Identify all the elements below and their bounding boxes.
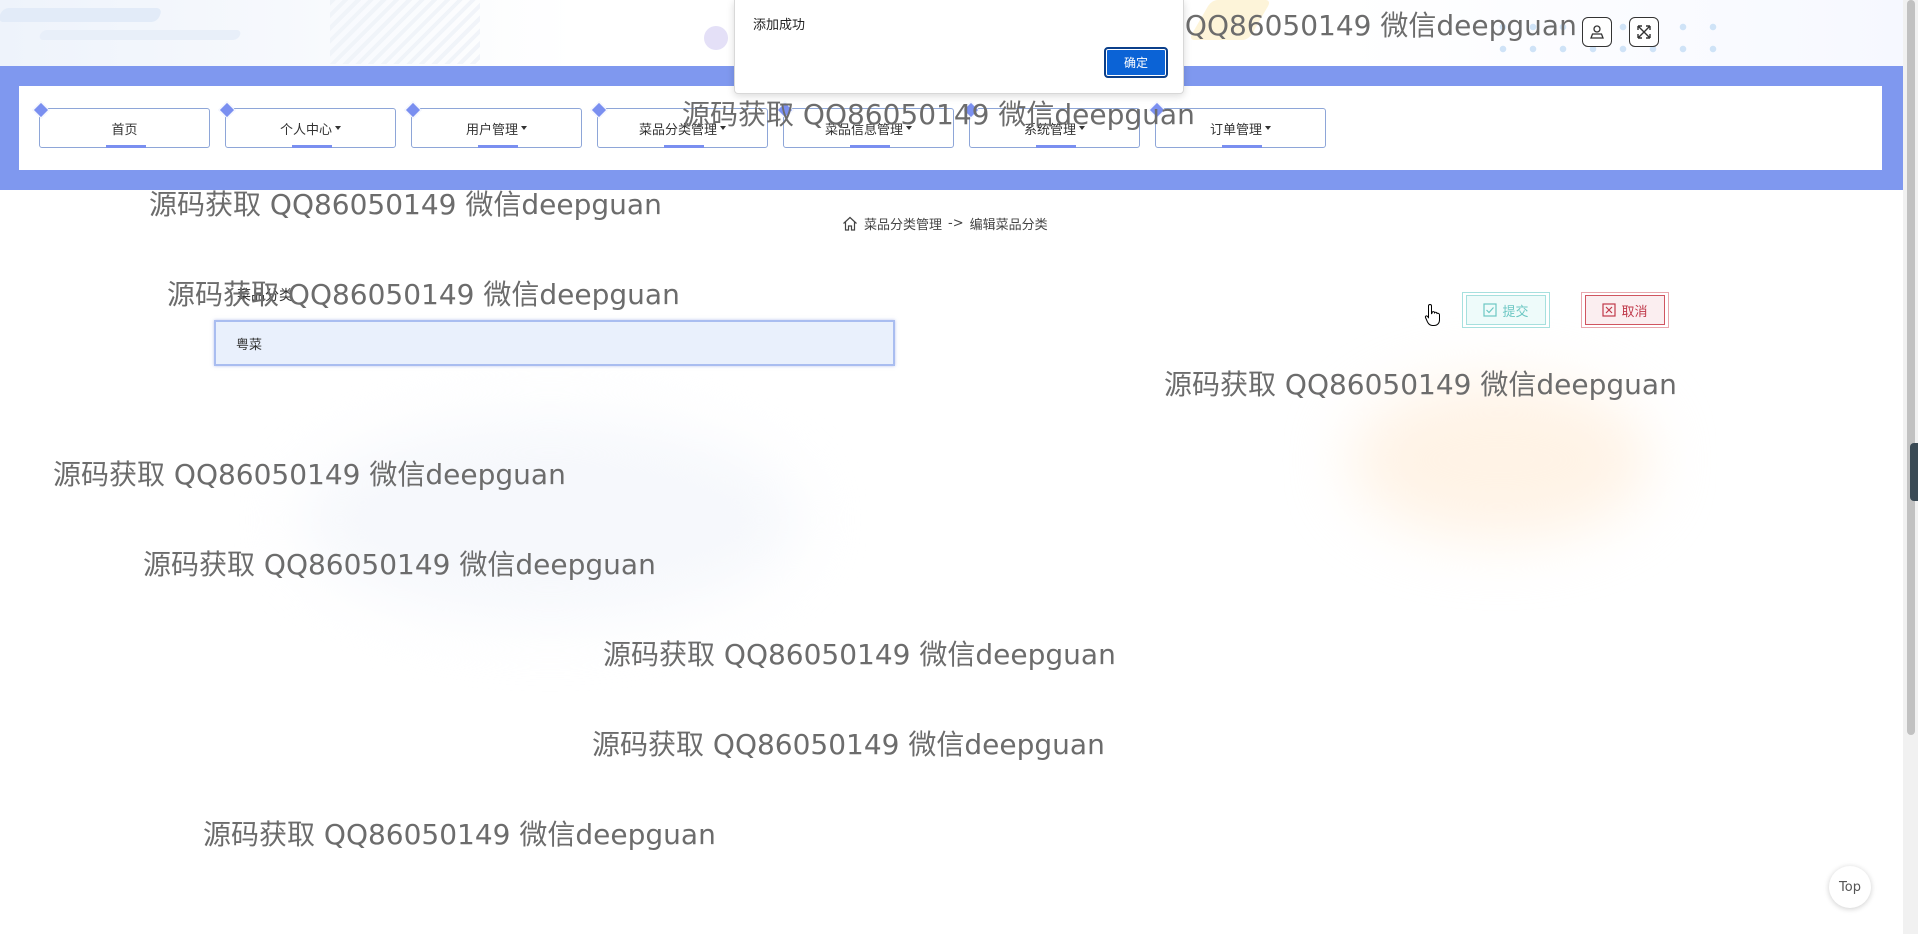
submit-label: 提交 <box>1502 304 1529 320</box>
breadcrumb-parent[interactable]: 菜品分类管理 <box>864 214 942 233</box>
home-icon[interactable] <box>842 216 858 231</box>
background-hatch <box>330 0 480 64</box>
watermark-text: 源码获取 QQ86050149 微信deepguan <box>603 638 1116 671</box>
side-panel-handle[interactable] <box>1910 443 1918 501</box>
dialog-ok-button[interactable]: 确定 <box>1104 47 1168 78</box>
nav-item-label: 用户管理 <box>465 122 518 138</box>
nav-diamond-icon <box>218 101 236 119</box>
dialog-message: 添加成功 <box>753 18 806 33</box>
nav-diamond-icon <box>404 101 422 119</box>
category-input[interactable] <box>214 320 895 366</box>
fullscreen-icon <box>1637 25 1651 39</box>
user-button[interactable] <box>1582 17 1612 47</box>
watermark-text: 源码获取 QQ86050149 微信deepguan <box>682 98 1195 131</box>
watermark-text: 源码获取 QQ86050149 微信deepguan <box>149 188 662 221</box>
background-stripe <box>0 8 163 22</box>
watermark-text: 源码获取 QQ86050149 微信deepguan <box>1164 368 1677 401</box>
nav-item-label: 首页 <box>111 122 138 138</box>
watermark-text: 源码获取 QQ86050149 微信deepguan <box>143 548 656 581</box>
caret-down-icon <box>521 126 527 130</box>
watermark-text: 源码获取 QQ86050149 微信deepguan <box>53 458 566 491</box>
user-icon <box>1590 25 1604 39</box>
cancel-label: 取消 <box>1621 304 1648 320</box>
nav-item-label: 个人中心 <box>279 122 332 138</box>
caret-down-icon <box>335 126 341 130</box>
watermark-text: 源码获取 QQ86050149 微信deepguan <box>592 728 1105 761</box>
background-circle <box>704 26 728 50</box>
nav-diamond-icon <box>32 101 50 119</box>
background-stripe <box>38 30 242 40</box>
breadcrumb-separator: -> <box>948 216 964 231</box>
fullscreen-button[interactable] <box>1629 17 1659 47</box>
nav-item-label: 订单管理 <box>1209 122 1262 138</box>
background-blob <box>1350 380 1650 540</box>
watermark-text: 源码获取 QQ86050149 微信deepguan <box>167 278 680 311</box>
cancel-button[interactable]: 取消 <box>1581 292 1669 328</box>
breadcrumb-current: 编辑菜品分类 <box>969 218 1048 233</box>
watermark-text: 源码获取 QQ86050149 微信deepguan <box>203 818 716 851</box>
nav-item-user-management[interactable]: 用户管理 <box>404 101 582 148</box>
hand-cursor-icon <box>1424 303 1440 326</box>
checkbox-icon <box>1483 303 1498 317</box>
nav-item-personal-center[interactable]: 个人中心 <box>218 101 396 148</box>
close-box-icon <box>1602 303 1617 317</box>
submit-button[interactable]: 提交 <box>1462 292 1550 328</box>
background-blob <box>300 420 800 620</box>
breadcrumb: 菜品分类管理 -> 编辑菜品分类 <box>842 214 1048 233</box>
scrollbar-thumb[interactable] <box>1907 0 1915 735</box>
alert-dialog: 添加成功 确定 <box>734 0 1184 94</box>
back-to-top-button[interactable]: Top <box>1829 866 1871 908</box>
nav-item-home[interactable]: 首页 <box>32 101 210 148</box>
nav-diamond-icon <box>590 101 608 119</box>
caret-down-icon <box>1265 126 1271 130</box>
